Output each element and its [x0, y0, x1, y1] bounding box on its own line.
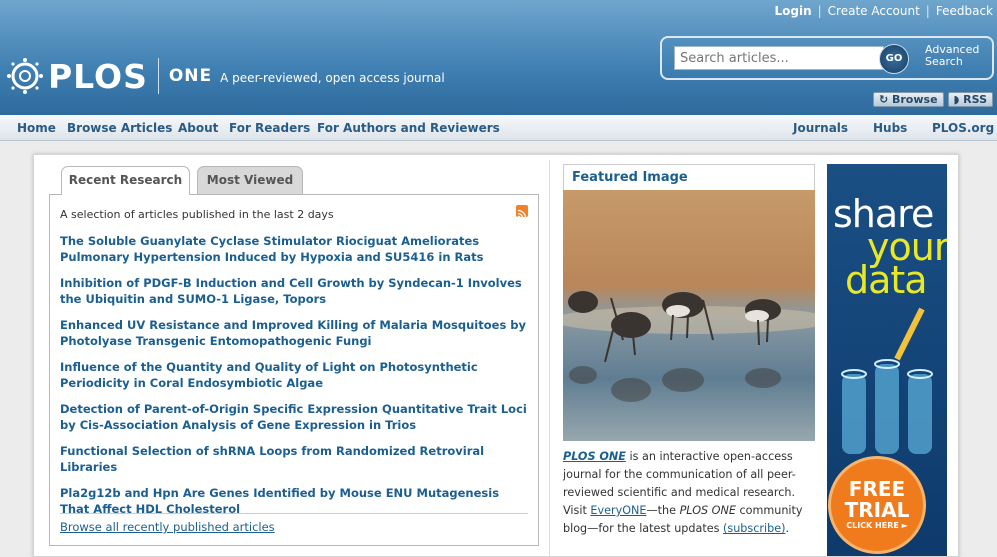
tab-most-viewed[interactable]: Most Viewed — [197, 166, 303, 194]
browse-icon: ↻ — [878, 93, 892, 106]
search-box: GO Advanced Search — [660, 36, 994, 80]
rss-button[interactable]: ◗ RSS — [947, 92, 993, 107]
logo-divider — [157, 58, 159, 94]
feed-buttons: ↻ Browse ◗ RSS — [872, 92, 993, 107]
free-text: FREE — [848, 477, 906, 501]
logo-text: PLOS — [48, 56, 148, 96]
desc-text-4: . — [785, 522, 789, 535]
plos-one-link[interactable]: PLOS ONE — [563, 450, 626, 463]
plos-globe-icon — [6, 57, 44, 95]
article-link[interactable]: Functional Selection of shRNA Loops from… — [60, 443, 530, 475]
article-link[interactable]: The Soluble Guanylate Cyclase Stimulator… — [60, 233, 530, 265]
separator: | — [817, 4, 822, 18]
site-header: Login | Create Account | Feedback PLOS ONE A… — [0, 0, 997, 115]
tagline: A peer-reviewed, open access journal — [220, 71, 445, 85]
browse-all-link[interactable]: Browse all recently published articles — [60, 513, 528, 534]
create-account-link[interactable]: Create Account — [828, 4, 920, 18]
featured-image-box: Featured Image PLOS ONE is an interactiv… — [563, 164, 815, 538]
rss-label: RSS — [963, 93, 987, 106]
free-trial-badge[interactable]: FREE TRIAL CLICK HERE ► — [828, 456, 926, 554]
article-link[interactable]: Enhanced UV Resistance and Improved Kill… — [60, 317, 530, 349]
nav-for-readers[interactable]: For Readers — [229, 121, 310, 135]
rss-icon: ◗ — [953, 93, 964, 106]
browse-button[interactable]: ↻ Browse — [872, 92, 944, 107]
test-tubes-graphic — [841, 307, 933, 454]
featured-image-title: Featured Image — [563, 164, 815, 190]
article-link[interactable]: Influence of the Quantity and Quality of… — [60, 359, 530, 391]
feedback-link[interactable]: Feedback — [936, 4, 993, 18]
recent-intro: A selection of articles published in the… — [60, 208, 334, 221]
journal-name: ONE — [168, 66, 213, 86]
main-content: Recent Research Most Viewed A selection … — [33, 154, 959, 557]
nav-about[interactable]: About — [178, 121, 218, 135]
research-tabs: Recent Research Most Viewed — [61, 166, 303, 195]
nav-hubs[interactable]: Hubs — [873, 121, 907, 135]
recent-research-panel: A selection of articles published in the… — [49, 194, 539, 546]
nav-plos-org[interactable]: PLOS.org — [932, 121, 994, 135]
share-your-data-ad[interactable]: share your data FREE TRIAL CLICK HERE ► — [827, 164, 947, 556]
click-here-text: CLICK HERE ► — [846, 521, 908, 530]
featured-image[interactable] — [563, 190, 815, 441]
tab-recent-research[interactable]: Recent Research — [61, 166, 190, 195]
login-link[interactable]: Login — [774, 4, 811, 18]
go-button[interactable]: GO — [879, 44, 909, 74]
article-link[interactable]: Detection of Parent-of-Origin Specific E… — [60, 401, 530, 433]
nav-home[interactable]: Home — [17, 121, 56, 135]
browse-label: Browse — [892, 93, 938, 106]
everyone-link[interactable]: EveryONE — [590, 504, 646, 517]
advanced-search-link[interactable]: Advanced Search — [925, 44, 985, 68]
search-input[interactable] — [674, 46, 884, 70]
desc-text-2: —the — [646, 504, 680, 517]
featured-description: PLOS ONE is an interactive open-access j… — [563, 448, 815, 538]
nav-journals[interactable]: Journals — [793, 121, 848, 135]
rss-icon[interactable] — [516, 205, 528, 219]
ad-line-data: data — [845, 258, 928, 302]
subscribe-link[interactable]: (subscribe) — [723, 522, 785, 535]
trial-text: TRIAL — [844, 498, 910, 522]
article-list: The Soluble Guanylate Cyclase Stimulator… — [60, 233, 530, 527]
plos-logo[interactable]: PLOS ONE A peer-reviewed, open access jo… — [6, 56, 445, 96]
main-nav: Home Browse Articles About For Readers F… — [0, 115, 997, 141]
nav-for-authors[interactable]: For Authors and Reviewers — [317, 121, 500, 135]
separator: | — [925, 4, 930, 18]
top-links: Login | Create Account | Feedback — [774, 4, 993, 18]
desc-journal-name: PLOS ONE — [679, 504, 736, 517]
nav-browse-articles[interactable]: Browse Articles — [67, 121, 172, 135]
article-link[interactable]: Inhibition of PDGF-B Induction and Cell … — [60, 275, 530, 307]
column-divider — [549, 160, 550, 556]
